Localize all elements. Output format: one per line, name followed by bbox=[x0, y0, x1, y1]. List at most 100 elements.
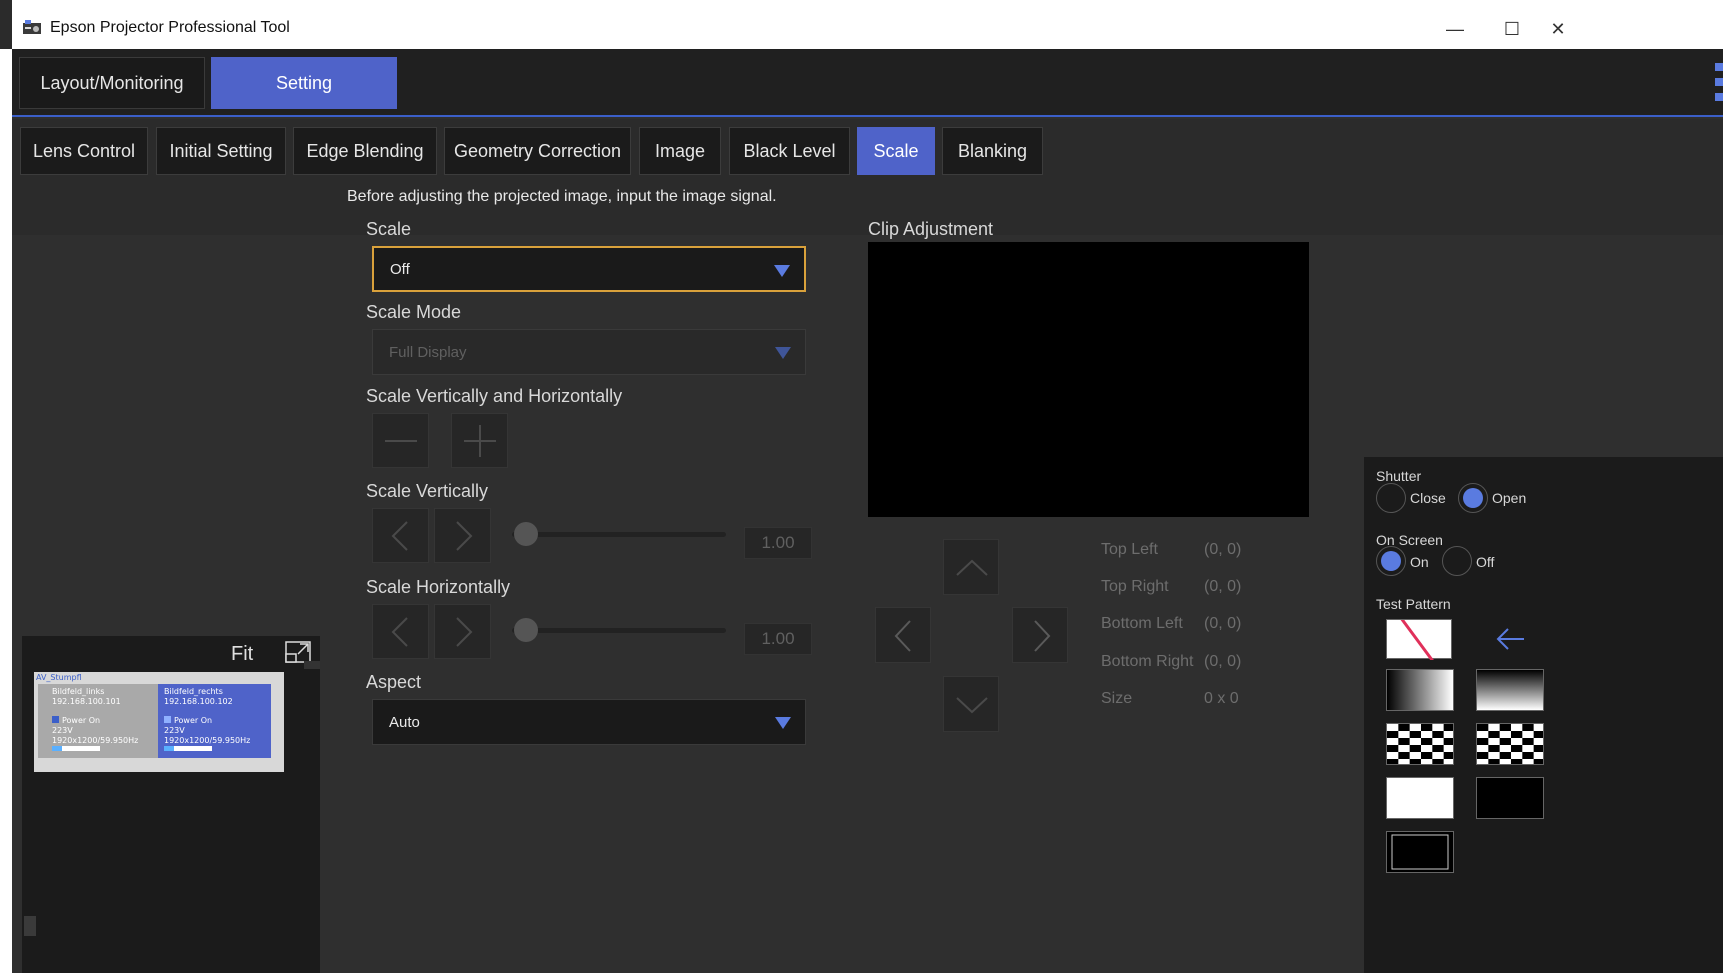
scale-select[interactable]: Off bbox=[372, 246, 806, 292]
projector-signal: 1920x1200/59.950Hz bbox=[52, 736, 139, 745]
projector-progress bbox=[52, 746, 100, 751]
power-status-icon bbox=[164, 716, 171, 723]
aspect-label: Aspect bbox=[366, 672, 422, 692]
layout-minimap[interactable]: Fit AV_Stumpfl Bildfeld_links 192.168.10… bbox=[22, 636, 320, 973]
projector-voltage: 223V bbox=[164, 726, 185, 735]
clip-top-right-label: Top Right bbox=[1101, 578, 1169, 595]
test-pattern-label: Test Pattern bbox=[1376, 596, 1451, 612]
more-menu-icon[interactable] bbox=[1715, 63, 1723, 108]
projector-app-icon bbox=[23, 20, 41, 34]
clip-size-label: Size bbox=[1101, 690, 1133, 707]
sub-tab-bar: Lens Control Initial Setting Edge Blendi… bbox=[12, 119, 1723, 235]
subtab-initial-setting[interactable]: Initial Setting bbox=[156, 127, 286, 175]
scale-horizontally-label: Scale Horizontally bbox=[366, 577, 511, 597]
scale-vh-label: Scale Vertically and Horizontally bbox=[366, 386, 623, 406]
test-pattern-white[interactable] bbox=[1386, 777, 1454, 819]
scale-label: Scale bbox=[366, 219, 412, 239]
subtab-geometry-correction[interactable]: Geometry Correction bbox=[444, 127, 631, 175]
test-pattern-vertical-gradient[interactable] bbox=[1476, 669, 1544, 711]
clip-bottom-right-value: (0, 0) bbox=[1204, 653, 1242, 670]
projector-power: Power On bbox=[62, 716, 101, 725]
test-pattern-checker-a[interactable] bbox=[1386, 723, 1454, 765]
test-pattern-frame[interactable] bbox=[1386, 831, 1454, 873]
clip-top-right-value: (0, 0) bbox=[1204, 578, 1242, 595]
chevron-left-icon bbox=[391, 521, 408, 551]
scale-horizontal-value[interactable]: 1.00 bbox=[744, 623, 812, 655]
clip-size-value: 0 x 0 bbox=[1204, 690, 1239, 707]
onscreen-on-radio[interactable] bbox=[1376, 546, 1406, 576]
chevron-right-icon bbox=[1034, 620, 1051, 652]
projector-name: Bildfeld_links bbox=[52, 687, 105, 696]
aspect-select[interactable]: Auto bbox=[372, 699, 806, 745]
group-name: AV_Stumpfl bbox=[36, 673, 82, 682]
shutter-open-label: Open bbox=[1492, 490, 1527, 506]
signal-note: Before adjusting the projected image, in… bbox=[347, 188, 777, 205]
projector-ip: 192.168.100.102 bbox=[164, 697, 233, 706]
side-control-panel: Shutter Close Open On Screen On Off Test… bbox=[1364, 457, 1723, 973]
clip-top-left-value: (0, 0) bbox=[1204, 541, 1242, 558]
chevron-left-icon bbox=[894, 620, 911, 652]
window-title: Epson Projector Professional Tool bbox=[50, 19, 290, 36]
scale-mode-select[interactable]: Full Display bbox=[372, 329, 806, 375]
close-button[interactable]: ✕ bbox=[1538, 14, 1578, 44]
chevron-right-icon bbox=[456, 617, 473, 647]
projector-name: Bildfeld_rechts bbox=[164, 687, 223, 696]
plus-icon bbox=[464, 425, 496, 457]
test-pattern-checker-b[interactable] bbox=[1476, 723, 1544, 765]
subtab-edge-blending[interactable]: Edge Blending bbox=[293, 127, 437, 175]
test-pattern-none-button[interactable] bbox=[1386, 617, 1452, 665]
shutter-open-radio[interactable] bbox=[1458, 483, 1488, 513]
main-area: Layout/Monitoring Setting Lens Control I… bbox=[12, 49, 1723, 973]
subtab-black-level[interactable]: Black Level bbox=[729, 127, 850, 175]
subtab-scale[interactable]: Scale bbox=[857, 127, 935, 175]
clip-bottom-left-label: Bottom Left bbox=[1101, 615, 1183, 632]
scale-decrease-button[interactable] bbox=[372, 413, 429, 468]
tab-setting[interactable]: Setting bbox=[211, 57, 397, 109]
projector-group[interactable]: AV_Stumpfl Bildfeld_links 192.168.100.10… bbox=[34, 672, 284, 772]
minimap-scroll-handle[interactable] bbox=[304, 661, 320, 669]
projector-tile-links[interactable]: Bildfeld_links 192.168.100.101 Power On … bbox=[38, 684, 158, 758]
onscreen-off-label: Off bbox=[1476, 554, 1495, 570]
no-pattern-icon bbox=[1399, 617, 1437, 665]
fit-button[interactable]: Fit bbox=[231, 643, 253, 666]
test-pattern-horizontal-gradient[interactable] bbox=[1386, 669, 1454, 711]
shutter-close-radio[interactable] bbox=[1376, 483, 1406, 513]
projector-voltage: 223V bbox=[52, 726, 73, 735]
maximize-button[interactable]: ☐ bbox=[1492, 14, 1532, 44]
clip-right-button[interactable] bbox=[1012, 607, 1068, 663]
chevron-down-icon bbox=[774, 265, 790, 277]
projector-ip: 192.168.100.101 bbox=[52, 697, 121, 706]
scale-vertical-left-button[interactable] bbox=[372, 508, 429, 563]
back-arrow-icon[interactable] bbox=[1494, 622, 1528, 656]
projector-signal: 1920x1200/59.950Hz bbox=[164, 736, 251, 745]
chevron-down-icon bbox=[956, 697, 988, 714]
projector-tile-rechts[interactable]: Bildfeld_rechts 192.168.100.102 Power On… bbox=[158, 684, 271, 758]
subtab-image[interactable]: Image bbox=[639, 127, 721, 175]
clip-down-button[interactable] bbox=[943, 676, 999, 732]
chevron-left-icon bbox=[391, 617, 408, 647]
scale-vertical-right-button[interactable] bbox=[434, 508, 491, 563]
scale-horizontal-slider-thumb[interactable] bbox=[514, 618, 538, 642]
clip-left-button[interactable] bbox=[875, 607, 931, 663]
subtab-blanking[interactable]: Blanking bbox=[942, 127, 1043, 175]
test-pattern-black[interactable] bbox=[1476, 777, 1544, 819]
scale-horizontal-slider-track[interactable] bbox=[512, 628, 726, 633]
app-window: Epson Projector Professional Tool — ☐ ✕ … bbox=[0, 0, 1723, 973]
subtab-lens-control[interactable]: Lens Control bbox=[20, 127, 148, 175]
scale-mode-label: Scale Mode bbox=[366, 302, 462, 322]
minimap-scrollbar[interactable] bbox=[24, 916, 36, 936]
chevron-up-icon bbox=[956, 559, 988, 576]
onscreen-off-radio[interactable] bbox=[1442, 546, 1472, 576]
chevron-right-icon bbox=[456, 521, 473, 551]
scale-horizontal-right-button[interactable] bbox=[434, 604, 491, 659]
tab-layout-monitoring[interactable]: Layout/Monitoring bbox=[19, 57, 205, 109]
clip-up-button[interactable] bbox=[943, 539, 999, 595]
scale-increase-button[interactable] bbox=[451, 413, 508, 468]
scale-vertical-slider-thumb[interactable] bbox=[514, 522, 538, 546]
scale-horizontal-left-button[interactable] bbox=[372, 604, 429, 659]
scale-vertical-value[interactable]: 1.00 bbox=[744, 527, 812, 559]
top-tab-bar: Layout/Monitoring Setting bbox=[12, 49, 1723, 117]
scale-vertical-slider-track[interactable] bbox=[512, 532, 726, 537]
minimize-button[interactable]: — bbox=[1435, 14, 1475, 44]
clip-preview bbox=[868, 242, 1309, 517]
